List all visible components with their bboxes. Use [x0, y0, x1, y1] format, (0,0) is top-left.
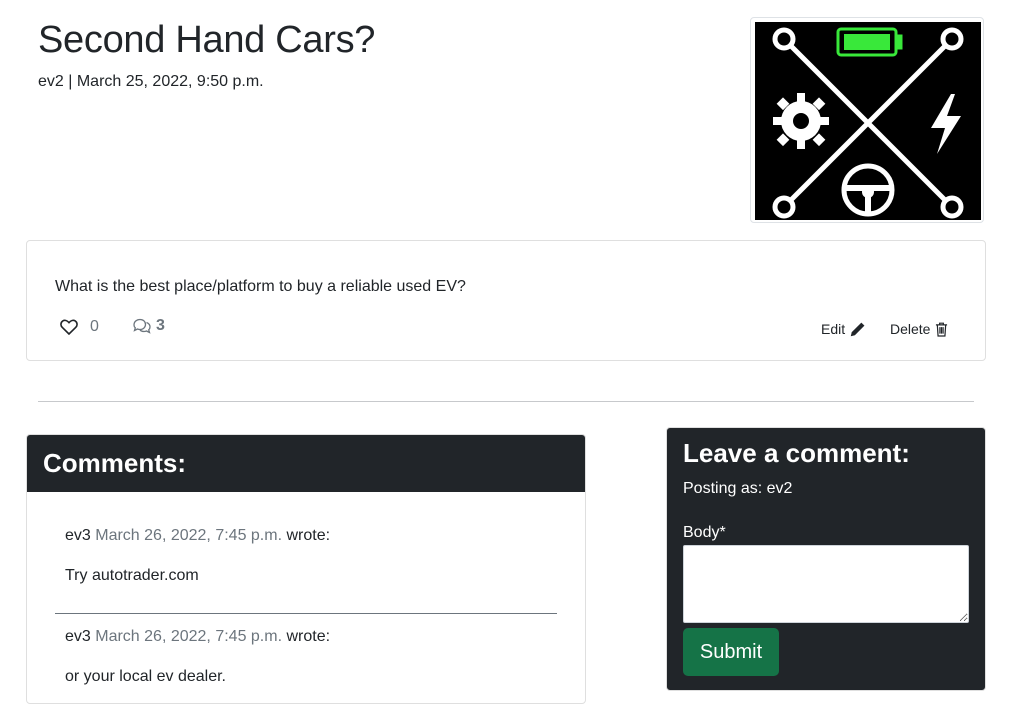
- comment-form: Leave a comment: Posting as: ev2 Body* S…: [666, 427, 986, 691]
- heart-icon: [60, 319, 78, 335]
- post-body: What is the best place/platform to buy a…: [55, 278, 466, 295]
- section-divider: [38, 401, 974, 402]
- delete-button[interactable]: Delete: [890, 321, 948, 337]
- body-label: Body*: [683, 524, 726, 541]
- chat-icon: [133, 318, 151, 334]
- comment-suffix: wrote:: [286, 527, 331, 544]
- comment-author: ev3: [65, 527, 91, 544]
- comment-date: March 26, 2022, 7:45 p.m.: [95, 628, 283, 645]
- comment-header: ev3 March 26, 2022, 7:45 p.m. wrote:: [65, 526, 330, 546]
- comment-date: March 26, 2022, 7:45 p.m.: [95, 527, 283, 544]
- comment-header: ev3 March 26, 2022, 7:45 p.m. wrote:: [65, 627, 330, 647]
- edit-label: Edit: [821, 321, 846, 337]
- post-title: Second Hand Cars?: [38, 19, 376, 61]
- comments-heading: Comments:: [27, 435, 585, 492]
- comment-text: Try autotrader.com: [65, 567, 199, 584]
- comment-text: or your local ev dealer.: [65, 668, 226, 685]
- like-count: 0: [90, 318, 99, 335]
- comment-divider: [55, 613, 557, 614]
- body-textarea[interactable]: [683, 545, 969, 623]
- comment-author: ev3: [65, 628, 91, 645]
- post-meta: ev2 | March 25, 2022, 9:50 p.m.: [38, 73, 264, 90]
- comment-suffix: wrote:: [286, 628, 331, 645]
- comment-count-value: 3: [156, 317, 165, 334]
- ev-logo-icon: [755, 22, 981, 220]
- like-button[interactable]: 0: [60, 318, 99, 336]
- comments-card: Comments: ev3 March 26, 2022, 7:45 p.m. …: [26, 434, 586, 704]
- post-card: What is the best place/platform to buy a…: [26, 240, 986, 361]
- posting-as: Posting as: ev2: [683, 480, 793, 497]
- form-title: Leave a comment:: [683, 438, 910, 468]
- post-image: [750, 17, 984, 223]
- pencil-icon: [850, 322, 865, 336]
- edit-button[interactable]: Edit: [821, 321, 865, 337]
- submit-button[interactable]: Submit: [683, 628, 779, 676]
- comment-count: 3: [132, 317, 165, 335]
- delete-label: Delete: [890, 321, 931, 337]
- trash-icon: [936, 322, 948, 337]
